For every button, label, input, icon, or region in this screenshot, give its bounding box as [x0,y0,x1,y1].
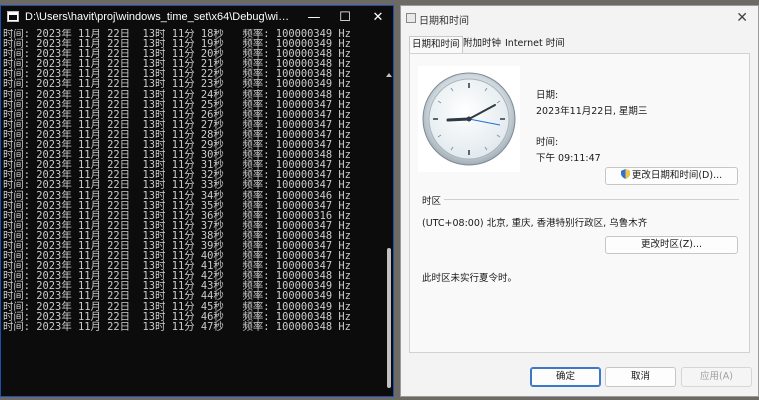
apply-button[interactable]: 应用(A) [681,367,752,387]
date-value: 2023年11月22日, 星期三 [536,106,648,117]
tab-additional-clocks[interactable]: 附加时钟 [461,36,503,52]
datetime-dialog[interactable]: 日期和时间 ✕ 日期和时间 附加时钟 Internet 时间 日期: 2023年… [400,5,759,397]
time-value: 下午 09:11:47 [536,153,601,164]
ok-button[interactable]: 确定 [530,367,601,387]
minimize-button[interactable]: — [301,6,327,29]
dialog-app-icon [406,13,416,23]
shield-icon [620,169,630,179]
console-line: 时间: 2023年 11月 22日 13时 11分 47秒 频率: 100000… [3,320,351,333]
timezone-value: (UTC+08:00) 北京, 重庆, 香港特别行政区, 乌鲁木齐 [422,218,648,229]
console-window[interactable]: D:\Users\havit\proj\windows_time_set\x64… [0,5,394,397]
scroll-up-arrow-icon[interactable] [386,73,392,77]
console-title: D:\Users\havit\proj\windows_time_set\x64… [25,11,295,23]
change-timezone-button[interactable]: 更改时区(Z)... [605,236,738,254]
console-scrollbar[interactable] [385,29,393,396]
tab-internet-time[interactable]: Internet 时间 [503,36,567,52]
analog-clock [418,66,520,172]
dialog-title: 日期和时间 [419,16,469,27]
scroll-thumb[interactable] [387,248,391,388]
change-timezone-label: 更改时区(Z)... [641,239,702,250]
close-button[interactable]: ✕ [365,6,391,29]
console-titlebar[interactable]: D:\Users\havit\proj\windows_time_set\x64… [1,6,393,29]
change-datetime-button[interactable]: 更改日期和时间(D)... [605,167,738,185]
cancel-button[interactable]: 取消 [605,367,676,387]
timezone-section-title: 时区 [422,196,442,207]
change-datetime-label: 更改日期和时间(D)... [631,170,723,181]
dialog-close-button[interactable]: ✕ [736,10,748,26]
console-line: 时间: 2023年 11月 22日 13时 11分 33秒 频率: 100000… [3,179,351,192]
timezone-divider [444,199,739,200]
time-label: 时间: [536,137,559,148]
dialog-titlebar[interactable]: 日期和时间 ✕ [401,6,758,32]
dst-note: 此时区未实行夏令时。 [422,273,518,284]
tab-date-time[interactable]: 日期和时间 [409,36,463,54]
console-output: 时间: 2023年 11月 22日 13时 11分 18秒 频率: 100000… [1,29,385,396]
console-app-icon [7,11,19,22]
date-label: 日期: [536,90,559,101]
maximize-button[interactable]: ☐ [332,6,358,29]
clock-icon [422,72,516,166]
tab-panel: 日期: 2023年11月22日, 星期三 时间: 下午 09:11:47 更改日… [409,53,750,353]
